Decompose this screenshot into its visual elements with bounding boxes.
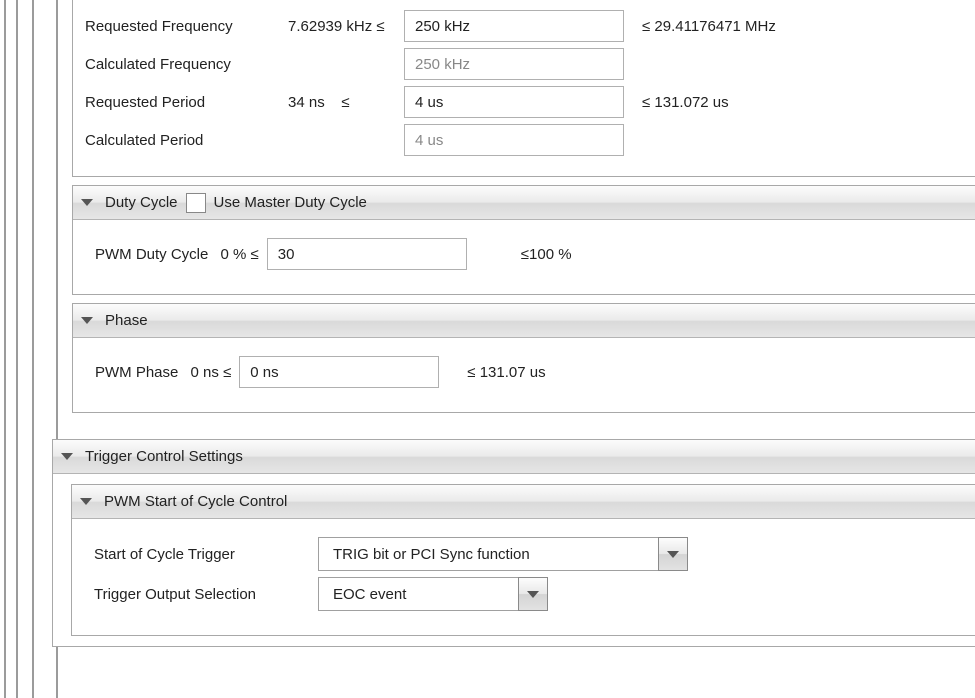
calculated-period-label: Calculated Period — [85, 132, 280, 149]
pwm-start-of-cycle-title: PWM Start of Cycle Control — [104, 493, 287, 510]
dropdown-button[interactable] — [518, 577, 548, 611]
pwm-phase-min: 0 ns ≤ — [186, 364, 231, 381]
start-of-cycle-trigger-combo[interactable]: TRIG bit or PCI Sync function — [318, 537, 688, 571]
requested-period-min: 34 ns ≤ — [288, 94, 396, 111]
pwm-start-of-cycle-panel: PWM Start of Cycle Control Start of Cycl… — [71, 484, 975, 636]
pwm-phase-max: ≤ 131.07 us — [467, 364, 545, 381]
start-of-cycle-trigger-value: TRIG bit or PCI Sync function — [333, 546, 530, 563]
frequency-period-group: Requested Frequency 7.62939 kHz ≤ ≤ 29.4… — [72, 0, 975, 177]
use-master-duty-cycle-label: Use Master Duty Cycle — [214, 194, 367, 211]
start-of-cycle-trigger-label: Start of Cycle Trigger — [94, 546, 310, 563]
trigger-control-settings-panel: Trigger Control Settings PWM Start of Cy… — [52, 439, 975, 647]
chevron-down-icon — [667, 551, 679, 558]
chevron-down-icon — [80, 498, 92, 505]
phase-title: Phase — [105, 312, 148, 329]
requested-frequency-max: ≤ 29.41176471 MHz — [642, 18, 776, 35]
trigger-control-settings-title: Trigger Control Settings — [85, 448, 243, 465]
calculated-period-display — [404, 124, 624, 156]
duty-cycle-title: Duty Cycle — [105, 194, 178, 211]
calculated-frequency-display — [404, 48, 624, 80]
trigger-control-settings-header[interactable]: Trigger Control Settings — [53, 440, 975, 474]
chevron-down-icon — [527, 591, 539, 598]
duty-cycle-header[interactable]: Duty Cycle Use Master Duty Cycle — [73, 186, 975, 220]
pwm-duty-cycle-input[interactable] — [267, 238, 467, 270]
duty-cycle-panel: Duty Cycle Use Master Duty Cycle PWM Dut… — [72, 185, 975, 295]
dropdown-button[interactable] — [658, 537, 688, 571]
requested-period-max: ≤ 131.072 us — [642, 94, 729, 111]
chevron-down-icon — [81, 199, 93, 206]
pwm-duty-cycle-min: 0 % ≤ — [216, 246, 258, 263]
phase-panel: Phase PWM Phase 0 ns ≤ ≤ 131.07 us — [72, 303, 975, 413]
trigger-output-selection-value: EOC event — [333, 586, 406, 603]
pwm-duty-cycle-max: ≤100 % — [521, 246, 572, 263]
calculated-frequency-label: Calculated Frequency — [85, 56, 280, 73]
requested-period-input[interactable] — [404, 86, 624, 118]
requested-frequency-min: 7.62939 kHz ≤ — [288, 18, 396, 35]
requested-frequency-input[interactable] — [404, 10, 624, 42]
pwm-duty-cycle-label: PWM Duty Cycle — [95, 246, 208, 263]
trigger-output-selection-label: Trigger Output Selection — [94, 586, 310, 603]
pwm-phase-label: PWM Phase — [95, 364, 178, 381]
pwm-start-of-cycle-header[interactable]: PWM Start of Cycle Control — [72, 485, 975, 519]
chevron-down-icon — [61, 453, 73, 460]
requested-period-label: Requested Period — [85, 94, 280, 111]
chevron-down-icon — [81, 317, 93, 324]
pwm-phase-input[interactable] — [239, 356, 439, 388]
phase-header[interactable]: Phase — [73, 304, 975, 338]
trigger-output-selection-combo[interactable]: EOC event — [318, 577, 548, 611]
requested-frequency-label: Requested Frequency — [85, 18, 280, 35]
use-master-duty-cycle-checkbox[interactable] — [186, 193, 206, 213]
